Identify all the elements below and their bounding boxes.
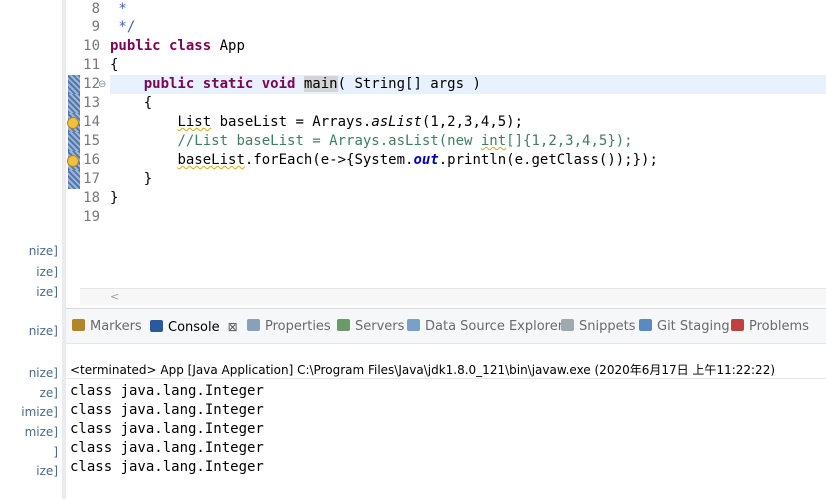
close-icon[interactable]: ⊠ — [228, 320, 238, 334]
code-line: } — [110, 171, 153, 187]
console-status-line: <terminated> App [Java Application] C:\P… — [70, 363, 776, 377]
data-source-icon — [407, 319, 420, 331]
line-number: 8 — [91, 1, 100, 17]
code-lines[interactable]: * */ public class App { public static vo… — [110, 0, 826, 290]
code-line: List baseList = Arrays.asList(1,2,3,4,5)… — [177, 114, 524, 130]
tab-console[interactable]: Console ⊠ — [150, 317, 238, 337]
line-number: 13 — [83, 95, 100, 111]
editor-horizontal-scrollbar[interactable]: < — [80, 288, 826, 305]
code-line: public class App — [110, 38, 245, 54]
tab-snippets[interactable]: Snippets — [561, 317, 635, 337]
problems-icon — [731, 319, 744, 331]
console-output-line: class java.lang.Integer — [70, 440, 264, 456]
markers-icon — [72, 319, 85, 331]
line-number: 18 — [83, 190, 100, 206]
code-line: //List baseList = Arrays.asList(new int[… — [177, 133, 633, 149]
console-output-line: class java.lang.Integer — [70, 402, 264, 418]
line-number: 16 — [83, 152, 100, 168]
code-line: */ — [110, 19, 136, 35]
git-staging-icon — [639, 319, 652, 331]
console-output-line: class java.lang.Integer — [70, 459, 264, 475]
sidebar-fragment: nize] — [28, 366, 58, 380]
sidebar-fragment: nize] — [28, 324, 58, 338]
code-line: baseList.forEach(e->{System.out.println(… — [177, 152, 658, 168]
code-line: } — [110, 190, 119, 206]
tab-data-source-explorer[interactable]: Data Source Explorer — [407, 317, 563, 337]
view-tab-bar: Markers Console ⊠ Properties Servers Data… — [66, 309, 826, 344]
line-number: 11 — [83, 57, 100, 73]
sidebar-fragment: ize] — [36, 464, 58, 478]
scroll-left-icon[interactable]: < — [110, 289, 119, 305]
line-number: 14 — [83, 114, 100, 130]
tab-properties[interactable]: Properties — [247, 317, 331, 337]
line-number: 10 — [83, 38, 100, 54]
console-separator — [66, 378, 826, 379]
line-number: 15 — [83, 133, 100, 149]
sidebar-fragment: ize] — [36, 265, 58, 279]
views-panel: Markers Console ⊠ Properties Servers Data… — [66, 308, 826, 500]
fold-collapse-icon[interactable]: ⊖ — [98, 75, 106, 94]
sidebar-fragment: ze] — [39, 386, 58, 400]
tab-servers[interactable]: Servers — [337, 317, 404, 337]
line-number: 19 — [83, 209, 100, 225]
method-name-highlight: main — [303, 76, 338, 92]
tab-git-staging[interactable]: Git Staging — [639, 317, 730, 337]
sidebar-fragment: imize] — [21, 405, 58, 419]
code-line: public static void main( String[] args ) — [143, 76, 481, 92]
servers-icon — [337, 319, 350, 331]
code-line: { — [110, 57, 119, 73]
line-number: 9 — [91, 19, 100, 35]
line-number: 17 — [83, 171, 100, 187]
snippets-icon — [561, 319, 574, 331]
code-editor[interactable]: 8 9 10 11 12 13 14 15 16 17 18 19 ⊖ * */… — [66, 0, 826, 290]
console-icon — [150, 320, 163, 332]
sidebar-fragment: ] — [53, 445, 58, 459]
tab-markers[interactable]: Markers — [72, 317, 142, 337]
line-number-gutter: 8 9 10 11 12 13 14 15 16 17 18 19 ⊖ — [66, 0, 108, 290]
tab-problems[interactable]: Problems — [731, 317, 809, 337]
left-sidebar-clipped: nize] ize] ize] nize] nize] ze] imize] m… — [0, 0, 62, 499]
code-line: { — [110, 95, 153, 111]
console-output-line: class java.lang.Integer — [70, 421, 264, 437]
code-line: * — [110, 1, 127, 17]
line-number: 12 — [83, 76, 100, 92]
console-output-line: class java.lang.Integer — [70, 383, 264, 399]
sidebar-fragment: ize] — [36, 285, 58, 299]
sidebar-fragment: mize] — [24, 425, 58, 439]
properties-icon — [247, 319, 260, 331]
sidebar-fragment: nize] — [28, 244, 58, 258]
